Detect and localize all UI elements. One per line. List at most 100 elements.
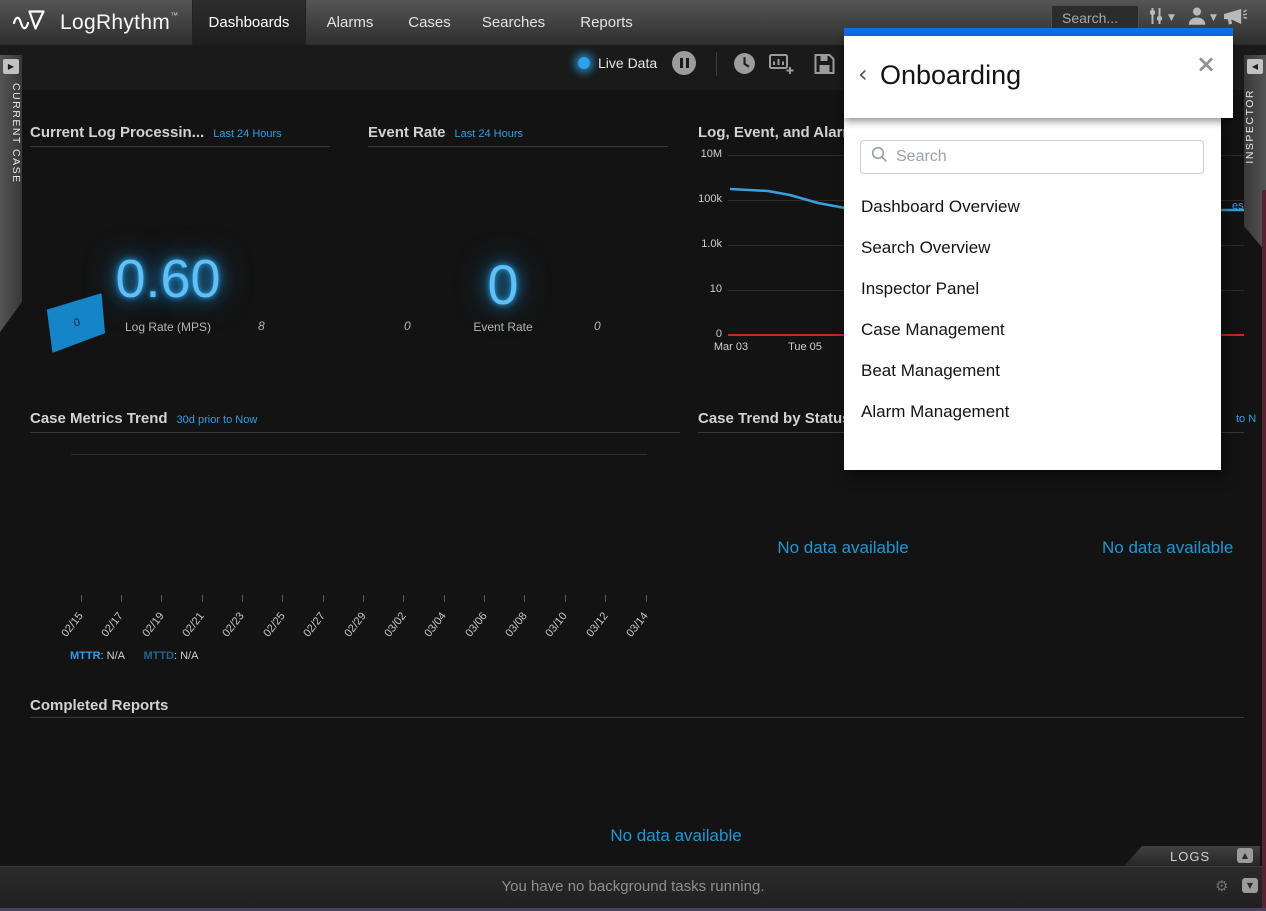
- widget-title: Completed Reports: [30, 697, 168, 714]
- live-data-label: Live Data: [598, 55, 657, 71]
- menu-item-case-management[interactable]: Case Management: [861, 320, 1191, 342]
- chevron-down-icon: ▼: [1168, 13, 1175, 23]
- y-axis-tick: 0: [686, 328, 722, 340]
- menu-item-search-overview[interactable]: Search Overview: [861, 238, 1191, 260]
- live-data-indicator-icon: [578, 57, 590, 69]
- onboarding-panel-accent-bar: [844, 28, 1233, 36]
- x-axis-tick-mark: [403, 595, 404, 602]
- case-metrics-legend: MTTR: N/A MTTD: N/A: [70, 646, 198, 664]
- x-axis-tick-mark: [121, 595, 122, 602]
- chart-top-gridline: [71, 454, 647, 455]
- onboarding-search-input[interactable]: [896, 148, 1193, 166]
- announcements-button[interactable]: [1222, 6, 1248, 30]
- y-axis-tick: 1.0k: [686, 238, 722, 250]
- inspector-label: INSPECTOR: [1244, 89, 1266, 164]
- logs-drawer-tab[interactable]: LOGS ▲: [1124, 846, 1260, 866]
- expand-right-icon[interactable]: ▶: [3, 59, 19, 74]
- tab-dashboards[interactable]: Dashboards: [192, 0, 306, 45]
- case-trend-widget-header: Case Trend by Status: [698, 410, 851, 428]
- menu-item-alarm-management[interactable]: Alarm Management: [861, 402, 1191, 424]
- current-case-drawer-tab[interactable]: ▶ CURRENT CASE: [0, 55, 22, 332]
- tab-cases[interactable]: Cases: [394, 0, 465, 45]
- chevron-down-icon: ▼: [1210, 13, 1217, 23]
- logo-text: LogRhythm™: [60, 11, 178, 35]
- x-axis-tick-label: 02/23: [203, 610, 247, 662]
- x-axis-tick-mark: [81, 595, 82, 602]
- menu-item-inspector-panel[interactable]: Inspector Panel: [861, 279, 1191, 301]
- pause-live-data-button[interactable]: [672, 51, 696, 75]
- mttd-value: : N/A: [174, 650, 198, 662]
- widget-range: Last 24 Hours: [455, 128, 523, 140]
- time-range-button[interactable]: [733, 52, 756, 80]
- event-rate-label: Event Rate: [433, 320, 573, 334]
- logrhythm-logo: LogRhythm™: [12, 0, 178, 45]
- toolbar-divider: [716, 52, 717, 76]
- case-metrics-widget-header: Case Metrics Trend 30d prior to Now: [30, 410, 257, 428]
- x-axis-tick-label: 03/04: [405, 610, 449, 662]
- x-axis-tick-mark: [202, 595, 203, 602]
- event-rate-value: 0: [403, 252, 603, 317]
- filter-settings-button[interactable]: ▼: [1146, 6, 1175, 30]
- mttr-value: : N/A: [101, 650, 125, 662]
- x-axis-tick-mark: [161, 595, 162, 602]
- gauge-max-label: 0: [594, 319, 601, 333]
- divider: [30, 717, 1244, 718]
- log-processing-widget-header: Current Log Processin...Last 24 Hours: [30, 124, 282, 142]
- onboarding-panel-body: Dashboard Overview Search Overview Inspe…: [844, 118, 1221, 470]
- back-chevron-icon[interactable]: ‹: [858, 60, 868, 88]
- x-axis-tick-label: 02/27: [284, 610, 328, 662]
- global-search-input[interactable]: [1051, 5, 1139, 30]
- sliders-icon: [1146, 6, 1166, 31]
- add-widget-button[interactable]: [768, 52, 795, 81]
- gauge-min-label: 0: [73, 316, 82, 329]
- user-menu-button[interactable]: ▼: [1186, 6, 1217, 30]
- widget-range: Last 24 Hours: [213, 128, 281, 140]
- screen-edge-artifact: [1262, 190, 1266, 911]
- x-axis-tick-mark: [323, 595, 324, 602]
- x-axis-tick: Mar 03: [701, 341, 761, 353]
- x-axis-tick-mark: [484, 595, 485, 602]
- expand-left-icon[interactable]: ◀: [1247, 59, 1263, 74]
- widget-title: Event Rate: [368, 124, 446, 141]
- save-dashboard-button[interactable]: [812, 52, 837, 81]
- widget-range: 30d prior to Now: [177, 414, 258, 426]
- x-axis-tick-label: 02/29: [324, 610, 368, 662]
- tab-reports[interactable]: Reports: [562, 0, 651, 45]
- no-data-message: No data available: [1102, 538, 1233, 558]
- gear-icon[interactable]: ⚙: [1215, 877, 1228, 895]
- close-icon[interactable]: ×: [1196, 52, 1216, 76]
- x-axis-tick-mark: [363, 595, 364, 602]
- gauge-max-label: 8: [258, 319, 265, 333]
- onboarding-search-box: [860, 140, 1204, 174]
- logs-label: LOGS: [1170, 849, 1210, 864]
- current-case-label: CURRENT CASE: [0, 83, 22, 184]
- menu-item-beat-management[interactable]: Beat Management: [861, 361, 1191, 383]
- divider: [30, 432, 680, 433]
- tab-alarms[interactable]: Alarms: [306, 0, 394, 45]
- x-axis-tick-label: 03/02: [365, 610, 409, 662]
- x-axis-tick-mark: [646, 595, 647, 602]
- x-axis-tick-label: 03/12: [566, 610, 610, 662]
- mttd-label: MTTD: [143, 650, 174, 662]
- tab-searches[interactable]: Searches: [465, 0, 562, 45]
- y-axis-tick: 10: [686, 283, 722, 295]
- divider: [30, 146, 330, 147]
- onboarding-title: Onboarding: [880, 60, 1021, 91]
- mttr-label: MTTR: [70, 650, 101, 662]
- expand-up-icon[interactable]: ▲: [1237, 848, 1253, 863]
- x-axis-tick-mark: [444, 595, 445, 602]
- x-axis-tick-mark: [242, 595, 243, 602]
- widget-title: Case Metrics Trend: [30, 410, 168, 427]
- log-rate-label: Log Rate (MPS): [98, 320, 238, 334]
- widget-title: Case Trend by Status: [698, 410, 851, 427]
- background-tasks-bar: You have no background tasks running. ⚙ …: [0, 866, 1266, 911]
- menu-item-dashboard-overview[interactable]: Dashboard Overview: [861, 197, 1191, 219]
- collapse-down-icon[interactable]: ▼: [1242, 878, 1258, 893]
- x-axis-tick-label: 03/14: [607, 610, 651, 662]
- search-icon: [871, 146, 888, 168]
- no-data-message: No data available: [743, 538, 943, 558]
- gauge-min-label: 0: [404, 319, 411, 333]
- completed-reports-widget-header: Completed Reports: [30, 697, 168, 715]
- no-data-message: No data available: [576, 826, 776, 846]
- nav-tabs: Dashboards Alarms Cases Searches Reports: [192, 0, 651, 45]
